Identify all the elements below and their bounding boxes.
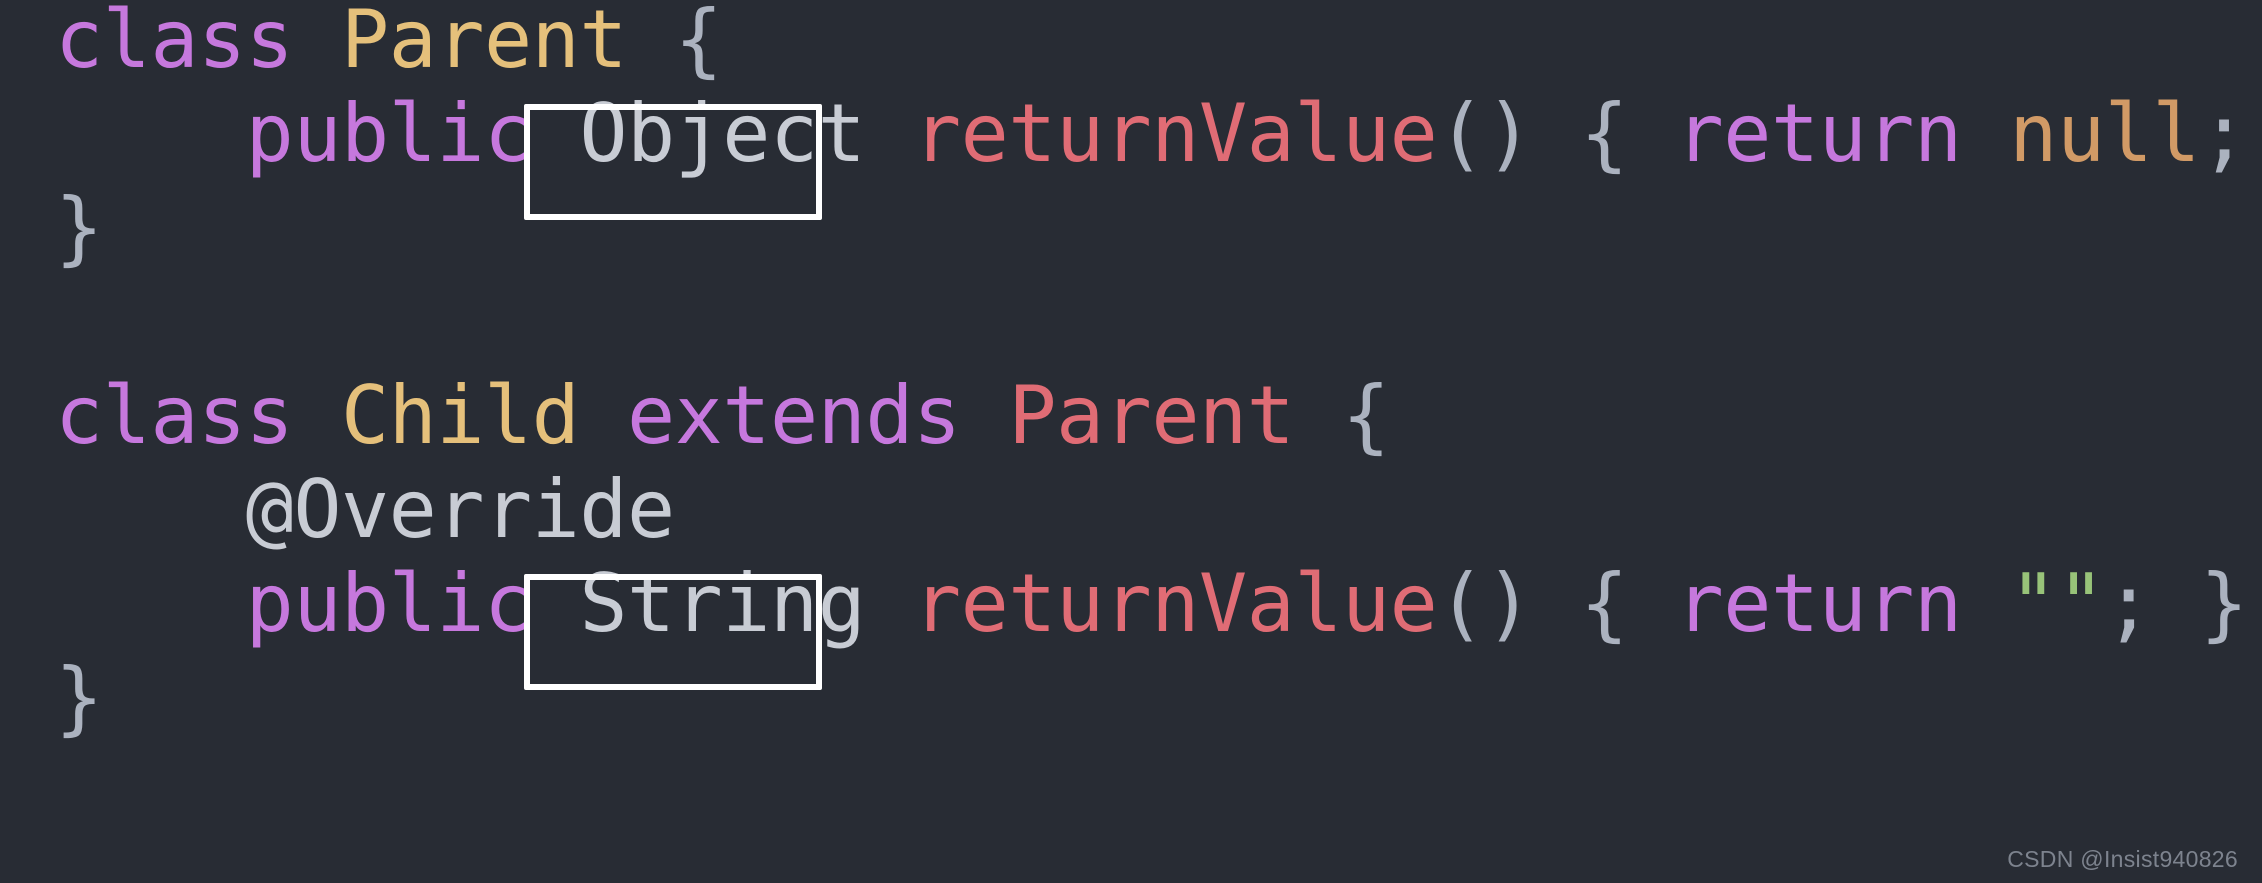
code-line-2: public Object returnValue() { return nul… bbox=[55, 86, 2262, 182]
keyword-public: public bbox=[245, 87, 532, 180]
literal-empty-string: "" bbox=[2009, 557, 2105, 650]
code-line-6: @Override bbox=[55, 462, 675, 558]
code-line-7: public String returnValue() { return "";… bbox=[55, 556, 2248, 652]
code-line-5: class Child extends Parent { bbox=[55, 368, 1390, 464]
parentheses: () bbox=[1437, 87, 1533, 180]
keyword-extends: extends bbox=[627, 369, 961, 462]
keyword-class: class bbox=[55, 369, 294, 462]
brace-open: { bbox=[674, 0, 723, 86]
method-name-returnvalue: returnValue bbox=[912, 557, 1438, 650]
superclass-parent: Parent bbox=[1008, 369, 1295, 462]
return-type-object: Object bbox=[579, 87, 866, 180]
code-editor-surface[interactable]: class Parent { public Object returnValue… bbox=[0, 0, 2262, 883]
class-name-parent: Parent bbox=[341, 0, 627, 86]
brace-close: } bbox=[55, 181, 103, 274]
return-type-string: String bbox=[579, 557, 866, 650]
code-line-1: class Parent { bbox=[55, 0, 723, 88]
method-name-returnvalue: returnValue bbox=[912, 87, 1438, 180]
semicolon: ; bbox=[2104, 557, 2153, 650]
brace-open: { bbox=[1580, 557, 1628, 650]
keyword-public: public bbox=[245, 557, 532, 650]
keyword-return: return bbox=[1675, 87, 1962, 180]
code-line-8: } bbox=[55, 650, 103, 746]
semicolon: ; bbox=[2199, 87, 2248, 180]
parentheses: () bbox=[1437, 557, 1533, 650]
keyword-class: class bbox=[55, 0, 294, 86]
code-screenshot: class Parent { public Object returnValue… bbox=[0, 0, 2262, 883]
literal-null: null bbox=[2009, 87, 2200, 180]
keyword-return: return bbox=[1675, 557, 1962, 650]
code-line-4-blank bbox=[55, 274, 103, 370]
brace-open: { bbox=[1341, 369, 1390, 462]
annotation-override: @Override bbox=[245, 463, 675, 556]
brace-close: } bbox=[2199, 557, 2248, 650]
watermark: CSDN @Insist940826 bbox=[2007, 846, 2238, 872]
brace-close: } bbox=[55, 651, 103, 744]
code-line-3: } bbox=[55, 180, 103, 276]
class-name-child: Child bbox=[341, 369, 580, 462]
brace-open: { bbox=[1580, 87, 1628, 180]
